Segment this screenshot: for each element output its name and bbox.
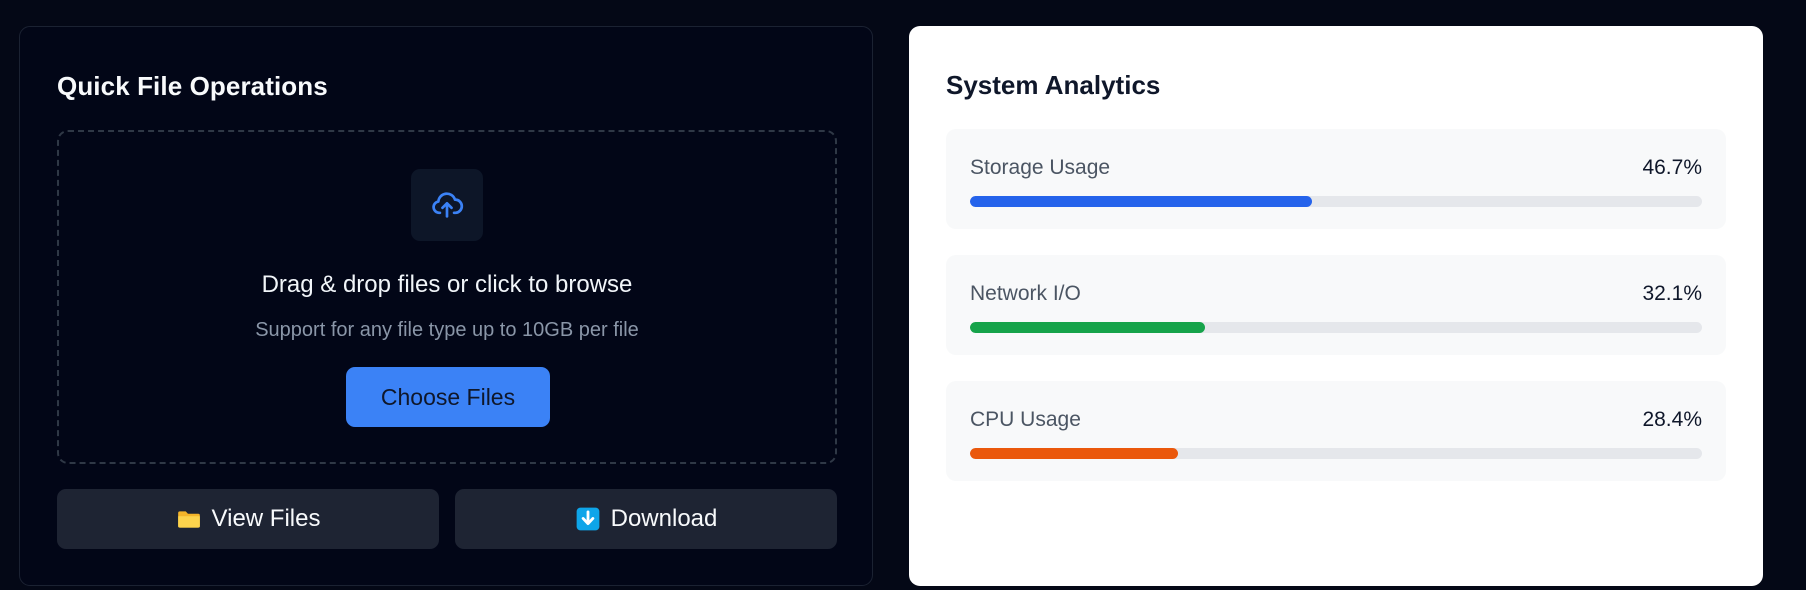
progress-track xyxy=(970,448,1702,459)
metric-value: 28.4% xyxy=(1642,408,1702,431)
dashboard-page: Quick File Operations Drag & drop files … xyxy=(0,0,1806,590)
progress-track xyxy=(970,196,1702,207)
quick-file-operations-title: Quick File Operations xyxy=(57,71,328,101)
metric-value: 46.7% xyxy=(1642,156,1702,179)
cloud-upload-icon xyxy=(411,169,483,241)
folder-icon xyxy=(176,506,202,532)
metric-storage-usage: Storage Usage 46.7% xyxy=(946,129,1726,229)
metric-value: 32.1% xyxy=(1642,282,1702,305)
progress-fill xyxy=(970,322,1205,333)
progress-fill xyxy=(970,196,1312,207)
quick-file-operations-card: Quick File Operations Drag & drop files … xyxy=(19,26,873,586)
progress-fill xyxy=(970,448,1178,459)
download-icon xyxy=(575,506,601,532)
system-analytics-title: System Analytics xyxy=(946,70,1161,100)
progress-track xyxy=(970,322,1702,333)
view-files-button[interactable]: View Files xyxy=(57,489,439,549)
metric-label: Storage Usage xyxy=(970,156,1111,179)
metric-network-io: Network I/O 32.1% xyxy=(946,255,1726,355)
system-analytics-card: System Analytics Storage Usage 46.7% Net… xyxy=(909,26,1763,586)
view-files-label: View Files xyxy=(211,505,321,532)
download-button[interactable]: Download xyxy=(455,489,837,549)
dropzone-subtext: Support for any file type up to 10GB per… xyxy=(255,319,639,341)
metric-cpu-usage: CPU Usage 28.4% xyxy=(946,381,1726,481)
metric-label: Network I/O xyxy=(970,282,1081,305)
dropzone-headline: Drag & drop files or click to browse xyxy=(261,271,633,298)
file-dropzone[interactable]: Drag & drop files or click to browse Sup… xyxy=(57,130,837,464)
metric-label: CPU Usage xyxy=(970,408,1081,431)
choose-files-button[interactable]: Choose Files xyxy=(346,367,550,427)
download-label: Download xyxy=(610,505,718,532)
